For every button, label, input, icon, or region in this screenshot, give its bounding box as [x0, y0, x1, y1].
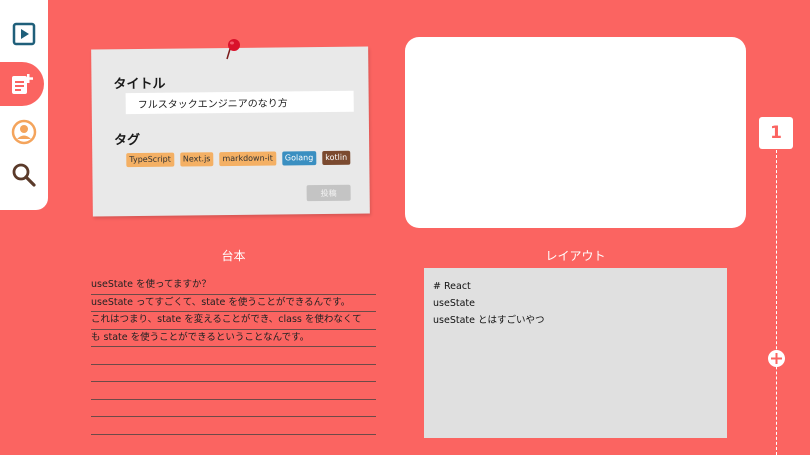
search-icon: [12, 163, 36, 187]
script-line: [91, 382, 376, 400]
timeline-track: [776, 150, 777, 455]
post-card: タイトル フルスタックエンジニアのなり方 タグ TypeScript Next.…: [91, 46, 370, 217]
post-button[interactable]: 投稿: [306, 184, 351, 202]
tag-list: TypeScript Next.js markdown-it Golang ko…: [126, 150, 351, 168]
script-line: [91, 347, 376, 365]
script-line: も state を使うことができるということなんです。: [91, 330, 376, 347]
pushpin-icon: [226, 39, 240, 60]
tag-nextjs[interactable]: Next.js: [179, 152, 214, 167]
script-line: useState を使ってますか？: [91, 277, 376, 295]
sidebar: [0, 0, 48, 210]
play-icon: [12, 22, 36, 46]
layout-line: useState: [433, 298, 475, 309]
title-input[interactable]: フルスタックエンジニアのなり方: [125, 90, 354, 115]
sidebar-item-play[interactable]: [0, 12, 48, 56]
title-label: タイトル: [113, 76, 166, 93]
tag-golang[interactable]: Golang: [281, 151, 317, 166]
tag-label: タグ: [114, 132, 141, 149]
slide-preview: [405, 37, 746, 228]
layout-heading: レイアウト: [545, 249, 606, 263]
script-line: [91, 400, 376, 417]
script-line: これはつまり、state を変えることができ、class を使わなくて: [91, 312, 376, 330]
plus-icon: [771, 353, 782, 364]
script-editor[interactable]: useState を使ってますか？ useState ってすごくて、state …: [91, 277, 376, 435]
sidebar-item-profile[interactable]: [0, 110, 48, 154]
add-slide-button[interactable]: [768, 350, 785, 367]
sidebar-item-edit[interactable]: [0, 62, 44, 106]
script-line: [91, 365, 376, 382]
layout-editor[interactable]: # React useState useState とはすごいやつ: [424, 268, 727, 438]
slide-number[interactable]: 1: [759, 117, 793, 149]
script-line: useState ってすごくて、state を使うことができるんです。: [91, 295, 376, 312]
script-line: [91, 417, 376, 435]
add-document-icon: [12, 74, 33, 94]
sidebar-item-search[interactable]: [0, 153, 48, 197]
tag-typescript[interactable]: TypeScript: [126, 152, 174, 168]
script-heading: 台本: [221, 249, 246, 263]
tag-kotlin[interactable]: kotlin: [322, 150, 351, 166]
user-icon: [11, 119, 37, 145]
layout-line: # React: [433, 281, 471, 292]
layout-line: useState とはすごいやつ: [433, 315, 545, 326]
tag-markdown-it[interactable]: markdown-it: [219, 151, 276, 167]
